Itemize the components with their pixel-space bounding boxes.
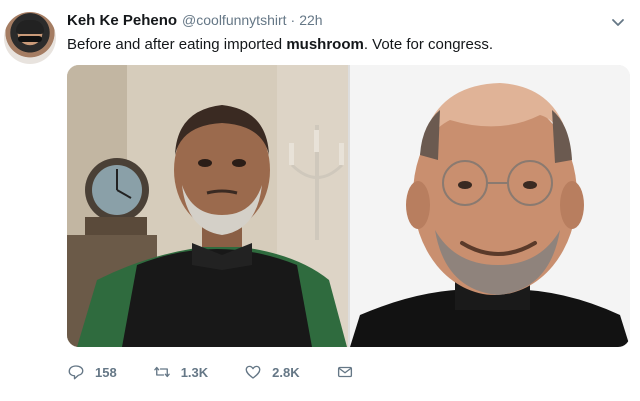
reply-icon [68, 365, 84, 380]
tweet-card[interactable]: Keh Ke Peheno @coolfunnytshirt · 22h Bef… [0, 0, 640, 401]
tweet-text-before: Before and after eating imported [67, 36, 287, 53]
photo-man-in-turtleneck-icon [350, 65, 630, 347]
chevron-down-icon[interactable] [610, 14, 626, 30]
avatar-glasses [18, 36, 42, 42]
timestamp[interactable]: 22h [299, 12, 322, 28]
reply-button[interactable]: 158 [67, 363, 117, 381]
tweet-text-after: . Vote for congress. [363, 36, 494, 53]
tweet-actions: 158 1.3K 2.8K [67, 362, 390, 382]
retweet-icon [153, 366, 170, 378]
retweet-button[interactable]: 1.3K [153, 363, 208, 381]
retweet-count: 1.3K [180, 364, 209, 380]
author-name[interactable]: Keh Ke Peheno [67, 12, 177, 29]
hashtag-mushroom[interactable]: mushroom [286, 36, 364, 53]
like-count: 2.8K [272, 364, 300, 380]
photo-right[interactable] [350, 65, 630, 347]
separator: · [290, 12, 296, 28]
reply-count: 158 [95, 364, 117, 380]
heart-icon [245, 365, 261, 379]
tweet-header: Keh Ke Peheno @coolfunnytshirt · 22h [67, 12, 323, 32]
photo-man-in-nehru-jacket-icon [67, 65, 348, 347]
direct-message-button[interactable] [336, 363, 354, 381]
avatar-cap [16, 20, 44, 34]
envelope-icon [337, 366, 352, 378]
photo-left[interactable] [67, 65, 348, 347]
avatar[interactable] [4, 12, 56, 64]
author-handle[interactable]: @coolfunnytshirt [182, 12, 286, 28]
tweet-text: Before and after eating imported mushroo… [67, 36, 493, 54]
like-button[interactable]: 2.8K [244, 363, 300, 381]
tweet-media[interactable] [67, 65, 630, 347]
